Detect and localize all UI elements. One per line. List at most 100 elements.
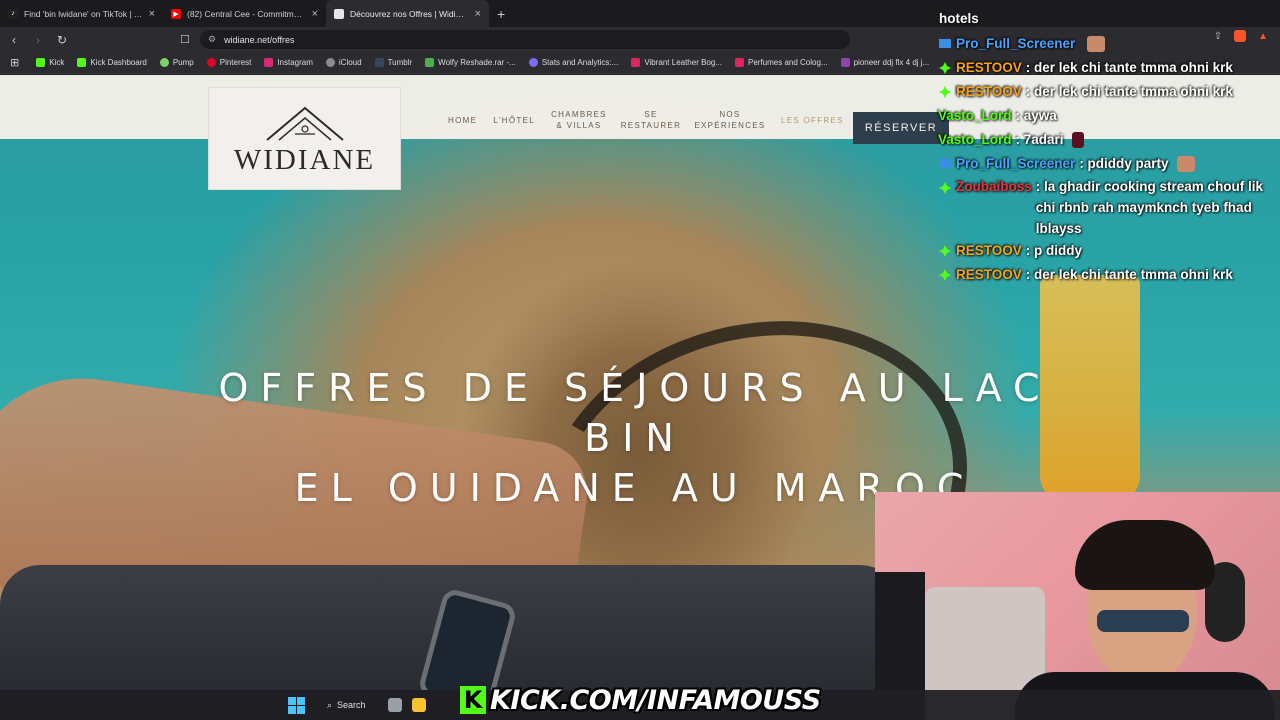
kick-channel-banner: K KICK.COM/INFAMOUSS — [460, 684, 821, 716]
windows-start-icon[interactable] — [288, 696, 305, 714]
reload-icon[interactable]: ↻ — [52, 33, 72, 47]
nav-hotel[interactable]: L'HÔTEL — [485, 108, 543, 132]
kick-icon — [36, 58, 46, 67]
search-icon: ⌕ — [327, 699, 333, 710]
sub-badge-icon — [939, 182, 951, 194]
bookmark-wolfy[interactable]: Wolfy Reshade.rar -... — [425, 58, 516, 67]
nav-experiences[interactable]: NOS EXPÉRIENCES — [687, 108, 773, 132]
chat-username[interactable]: RESTOOV — [956, 263, 1022, 287]
emote-icon — [1176, 156, 1195, 172]
chat-username[interactable]: RESTOOV — [956, 56, 1022, 80]
new-tab-button[interactable]: + — [489, 6, 513, 22]
bookmark-pioneer[interactable]: pioneer ddj flx 4 dj j... — [840, 58, 930, 67]
chat-text: : la ghadir cooking stream chouf lik chi… — [1035, 179, 1264, 236]
url-text[interactable]: widiane.net/offres — [224, 35, 294, 45]
chat-message: RESTOOV : der lek chi tante tmma ohni kr… — [938, 56, 1272, 80]
tab-close-icon[interactable]: × — [149, 8, 155, 20]
chat-message: Vasto_Lord : 7adari — [938, 128, 1272, 152]
bookmark-icloud[interactable]: iCloud — [325, 58, 362, 67]
chat-username[interactable]: RESTOOV — [956, 80, 1022, 104]
bookmark-kick-dashboard[interactable]: Kick Dashboard — [77, 58, 147, 67]
emote-icon — [1087, 36, 1106, 52]
forward-arrow-icon[interactable]: › — [28, 33, 48, 47]
address-bar[interactable]: ⚙ widiane.net/offres — [200, 30, 850, 49]
sunglasses-shape — [1097, 610, 1189, 632]
kick-logo-icon: K — [460, 686, 486, 714]
nav-restaurant[interactable]: SE RESTAURER — [615, 108, 687, 132]
chat-username[interactable]: Vasto_Lord — [938, 104, 1012, 128]
tab-close-icon[interactable]: × — [475, 8, 481, 20]
pump-icon — [159, 58, 169, 67]
browser-tab-bar: ♪ Find 'bin lwidane' on TikTok | TikTok … — [0, 0, 1280, 27]
site-nav: HOME L'HÔTEL CHAMBRES & VILLAS SE RESTAU… — [440, 108, 852, 132]
chat-partial-line: hotels — [939, 11, 979, 26]
chat-username[interactable]: Pro_Full_Screener — [956, 152, 1075, 176]
analytics-icon — [528, 58, 538, 67]
drive-icon — [425, 58, 435, 67]
widiane-favicon-icon — [334, 8, 344, 19]
pioneer-icon — [840, 58, 850, 67]
file-explorer-icon[interactable] — [411, 698, 426, 712]
search-label: Search — [337, 700, 366, 710]
bookmark-label: Tumblr — [387, 58, 413, 67]
chat-username[interactable]: Zoubaiboss — [956, 176, 1032, 197]
emote-icon — [1071, 132, 1084, 148]
bookmark-label: pioneer ddj flx 4 dj j... — [853, 58, 930, 67]
chat-username[interactable]: RESTOOV — [956, 239, 1022, 263]
bookmark-label: Perfumes and Colog... — [748, 58, 828, 67]
tab-title: Find 'bin lwidane' on TikTok | TikTok S — [24, 8, 143, 19]
chat-text: : p diddy — [1025, 243, 1083, 258]
stream-chat: Pro_Full_Screener RESTOOV : der lek chi … — [930, 32, 1280, 317]
youtube-favicon-icon: ▶ — [171, 8, 181, 19]
browser-tab[interactable]: ▶ (82) Central Cee - Commitment Issues × — [163, 0, 326, 27]
tab-close-icon[interactable]: × — [312, 8, 318, 20]
chat-text: : aywa — [1015, 108, 1057, 123]
chat-text: : pdiddy party — [1079, 156, 1169, 171]
bookmark-instagram[interactable]: Instagram — [264, 58, 313, 67]
bookmark-label: Pinterest — [219, 58, 252, 67]
bookmark-label: Vibrant Leather Bog... — [644, 58, 722, 67]
bookmark-label: Stats and Analytics:... — [541, 58, 619, 67]
browser-tab-active[interactable]: Découvrez nos Offres | Widiane × — [326, 0, 489, 27]
chat-message: RESTOOV : der lek chi tante tmma ohni kr… — [938, 263, 1272, 287]
bookmark-label: iCloud — [338, 58, 362, 67]
tumblr-icon — [374, 58, 384, 67]
nav-rooms[interactable]: CHAMBRES & VILLAS — [543, 108, 615, 132]
bookmark-stats[interactable]: Stats and Analytics:... — [528, 58, 619, 67]
nav-home[interactable]: HOME — [440, 108, 485, 132]
pinterest-icon — [206, 58, 216, 67]
chat-username[interactable]: Vasto_Lord — [938, 128, 1012, 152]
streamer-hair-shape — [1075, 520, 1215, 590]
bookmark-leather[interactable]: Vibrant Leather Bog... — [631, 58, 722, 67]
browser-tab[interactable]: ♪ Find 'bin lwidane' on TikTok | TikTok … — [0, 0, 163, 27]
sub-badge-icon — [939, 245, 951, 257]
site-info-icon[interactable]: ⚙ — [208, 34, 216, 45]
sub-badge-icon — [939, 86, 951, 98]
chat-message: Pro_Full_Screener — [938, 32, 1272, 56]
tab-title: Découvrez nos Offres | Widiane — [350, 8, 469, 19]
bookmark-perfumes[interactable]: Perfumes and Colog... — [735, 58, 828, 67]
screen-badge-icon — [939, 39, 951, 48]
bookmark-pinterest[interactable]: Pinterest — [206, 58, 252, 67]
apps-grid-icon[interactable]: ⊞ — [10, 56, 19, 69]
taskbar-search[interactable]: ⌕ Search — [315, 700, 378, 711]
task-view-icon[interactable] — [387, 698, 402, 712]
site-logo[interactable]: WIDIANE — [208, 87, 401, 190]
bookmark-kick[interactable]: Kick — [36, 58, 64, 67]
streamer-webcam — [875, 492, 1280, 720]
bookmark-icon[interactable]: ☐ — [180, 33, 190, 46]
tab-title: (82) Central Cee - Commitment Issues — [187, 8, 306, 19]
kick-channel-url: KICK.COM/INFAMOUSS — [490, 684, 821, 716]
logo-text: WIDIANE — [233, 144, 376, 176]
bookmark-pump[interactable]: Pump — [159, 58, 194, 67]
bookmark-label: Instagram — [277, 58, 313, 67]
chat-message: Zoubaiboss : la ghadir cooking stream ch… — [938, 176, 1272, 239]
tiktok-favicon-icon: ♪ — [8, 8, 18, 19]
chat-message: RESTOOV : der lek chi tante tmma ohni kr… — [938, 80, 1272, 104]
chat-username[interactable]: Pro_Full_Screener — [956, 32, 1075, 56]
nav-offers[interactable]: LES OFFRES — [773, 108, 852, 132]
shop-icon — [735, 58, 744, 67]
back-arrow-icon[interactable]: ‹ — [4, 33, 24, 47]
bookmark-tumblr[interactable]: Tumblr — [374, 58, 413, 67]
chat-text: : der lek chi tante tmma ohni krk — [1025, 60, 1233, 75]
